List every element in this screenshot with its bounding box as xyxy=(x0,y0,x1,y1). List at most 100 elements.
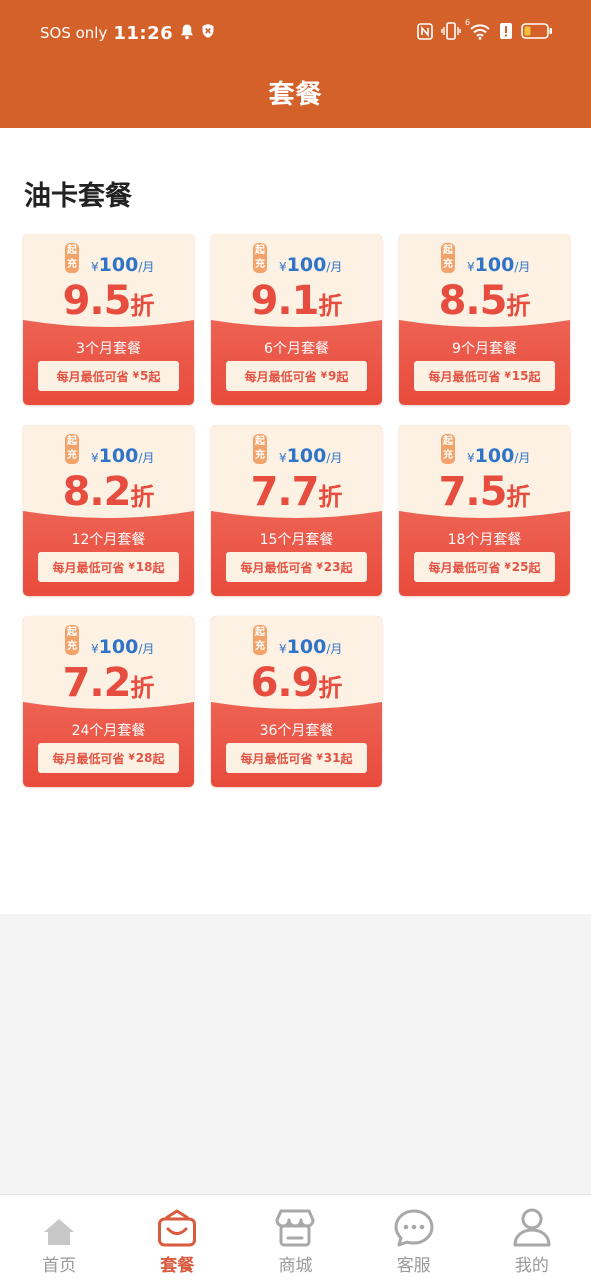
discount-value: 8.5 xyxy=(438,278,508,324)
plan-card[interactable]: 起 充 ¥100/月 8.2折 12个月套餐 每月最低可省 ¥18 起 xyxy=(23,425,194,596)
package-bag-icon xyxy=(157,1205,197,1247)
nav-item[interactable]: 我的 xyxy=(473,1195,591,1281)
badge-top-char: 起 xyxy=(67,627,77,638)
nav-item[interactable]: 首页 xyxy=(0,1195,118,1281)
plan-card[interactable]: 起 充 ¥100/月 7.2折 24个月套餐 每月最低可省 ¥28 起 xyxy=(23,616,194,787)
price-amount: 100 xyxy=(474,445,515,467)
price-unit: /月 xyxy=(514,451,531,465)
plan-card[interactable]: 起 充 ¥100/月 7.7折 15个月套餐 每月最低可省 ¥23 起 xyxy=(211,425,382,596)
savings-prefix: 每月最低可省 xyxy=(56,369,129,384)
recharge-start-badge: 起 充 xyxy=(253,243,267,273)
discount-suffix: 折 xyxy=(130,483,155,511)
savings-prefix: 每月最低可省 xyxy=(52,560,125,575)
nav-item[interactable]: 商城 xyxy=(236,1195,354,1281)
savings-suffix: 起 xyxy=(148,369,161,384)
price-amount: 100 xyxy=(98,254,139,276)
nav-item-label: 我的 xyxy=(514,1256,549,1276)
price-unit: /月 xyxy=(514,260,531,274)
savings-amount: 15 xyxy=(511,369,529,383)
discount-rate: 8.5折 xyxy=(399,278,570,324)
bell-icon xyxy=(179,23,195,44)
recharge-start-badge: 起 充 xyxy=(253,434,267,464)
price-unit: /月 xyxy=(326,642,343,656)
discount-value: 9.1 xyxy=(250,278,320,324)
price-currency: ¥ xyxy=(279,451,287,465)
monthly-savings-tag: 每月最低可省 ¥23 起 xyxy=(226,552,367,582)
savings-prefix: 每月最低可省 xyxy=(240,560,313,575)
discount-value: 9.5 xyxy=(62,278,132,324)
badge-bottom-char: 充 xyxy=(67,450,77,461)
discount-rate: 6.9折 xyxy=(211,660,382,706)
chat-bubble-icon xyxy=(394,1205,434,1247)
plan-duration-label: 6个月套餐 xyxy=(264,341,329,357)
recharge-start-badge: 起 充 xyxy=(441,243,455,273)
plan-card[interactable]: 起 充 ¥100/月 7.5折 18个月套餐 每月最低可省 ¥25 起 xyxy=(399,425,570,596)
plan-card[interactable]: 起 充 ¥100/月 9.5折 3个月套餐 每月最低可省 ¥5 起 xyxy=(23,234,194,405)
discount-rate: 9.5折 xyxy=(23,278,194,324)
status-left: SOS only 11:26 xyxy=(40,20,215,46)
discount-value: 7.5 xyxy=(438,469,508,515)
price-amount: 100 xyxy=(286,254,327,276)
savings-currency: ¥ xyxy=(128,562,135,572)
recharge-start-badge: 起 充 xyxy=(65,243,79,273)
savings-amount: 31 xyxy=(323,751,341,765)
monthly-savings-tag: 每月最低可省 ¥31 起 xyxy=(226,743,367,773)
store-icon xyxy=(275,1205,315,1247)
discount-value: 6.9 xyxy=(250,660,320,706)
wifi-icon: 6 xyxy=(465,18,491,44)
wifi-generation-badge: 6 xyxy=(465,18,471,27)
plan-duration-label: 3个月套餐 xyxy=(76,341,141,357)
savings-currency: ¥ xyxy=(128,753,135,763)
status-right: 6 xyxy=(417,18,553,46)
nav-item[interactable]: 客服 xyxy=(355,1195,473,1281)
plan-card[interactable]: 起 充 ¥100/月 6.9折 36个月套餐 每月最低可省 ¥31 起 xyxy=(211,616,382,787)
savings-prefix: 每月最低可省 xyxy=(428,560,501,575)
savings-amount: 28 xyxy=(135,751,153,765)
badge-top-char: 起 xyxy=(255,627,265,638)
nav-item-label: 商城 xyxy=(278,1256,313,1276)
price-amount: 100 xyxy=(286,445,327,467)
savings-currency: ¥ xyxy=(316,753,323,763)
price-unit: /月 xyxy=(326,260,343,274)
monthly-savings-tag: 每月最低可省 ¥9 起 xyxy=(226,361,367,391)
page-title: 套餐 xyxy=(268,80,323,110)
price-amount: 100 xyxy=(474,254,515,276)
monthly-savings-tag: 每月最低可省 ¥5 起 xyxy=(38,361,179,391)
badge-top-char: 起 xyxy=(255,245,265,256)
plan-duration-label: 9个月套餐 xyxy=(452,341,517,357)
savings-prefix: 每月最低可省 xyxy=(244,369,317,384)
savings-currency: ¥ xyxy=(132,371,139,381)
savings-currency: ¥ xyxy=(320,371,327,381)
nav-item-label: 套餐 xyxy=(160,1256,195,1276)
recharge-start-badge: 起 充 xyxy=(441,434,455,464)
savings-currency: ¥ xyxy=(504,562,511,572)
price-currency: ¥ xyxy=(91,451,99,465)
plan-card[interactable]: 起 充 ¥100/月 9.1折 6个月套餐 每月最低可省 ¥9 起 xyxy=(211,234,382,405)
nfc-icon xyxy=(417,22,433,44)
savings-amount: 23 xyxy=(323,560,341,574)
plan-card[interactable]: 起 充 ¥100/月 8.5折 9个月套餐 每月最低可省 ¥15 起 xyxy=(399,234,570,405)
savings-amount: 25 xyxy=(511,560,529,574)
main-content: 油卡套餐 起 充 ¥100/月 9.5折 3个月套餐 每月最低可省 ¥5 起 起 充 xyxy=(0,128,591,914)
home-icon xyxy=(42,1205,76,1247)
carrier-text: SOS only xyxy=(40,24,108,42)
savings-currency: ¥ xyxy=(504,371,511,381)
battery-icon xyxy=(521,22,553,44)
savings-suffix: 起 xyxy=(528,369,541,384)
savings-amount: 18 xyxy=(135,560,153,574)
price-unit: /月 xyxy=(138,260,155,274)
monthly-price: ¥100/月 xyxy=(467,445,530,467)
badge-bottom-char: 充 xyxy=(443,450,453,461)
savings-prefix: 每月最低可省 xyxy=(240,751,313,766)
badge-bottom-char: 充 xyxy=(67,259,77,270)
plan-duration-label: 18个月套餐 xyxy=(447,532,522,548)
monthly-price: ¥100/月 xyxy=(279,445,342,467)
monthly-savings-tag: 每月最低可省 ¥15 起 xyxy=(414,361,555,391)
plan-grid: 起 充 ¥100/月 9.5折 3个月套餐 每月最低可省 ¥5 起 起 充 ¥100… xyxy=(23,234,570,787)
monthly-price: ¥100/月 xyxy=(91,636,154,658)
recharge-start-badge: 起 充 xyxy=(65,625,79,655)
plan-duration-label: 24个月套餐 xyxy=(71,723,146,739)
nav-item[interactable]: 套餐 xyxy=(118,1195,236,1281)
discount-value: 7.2 xyxy=(62,660,132,706)
monthly-price: ¥100/月 xyxy=(467,254,530,276)
